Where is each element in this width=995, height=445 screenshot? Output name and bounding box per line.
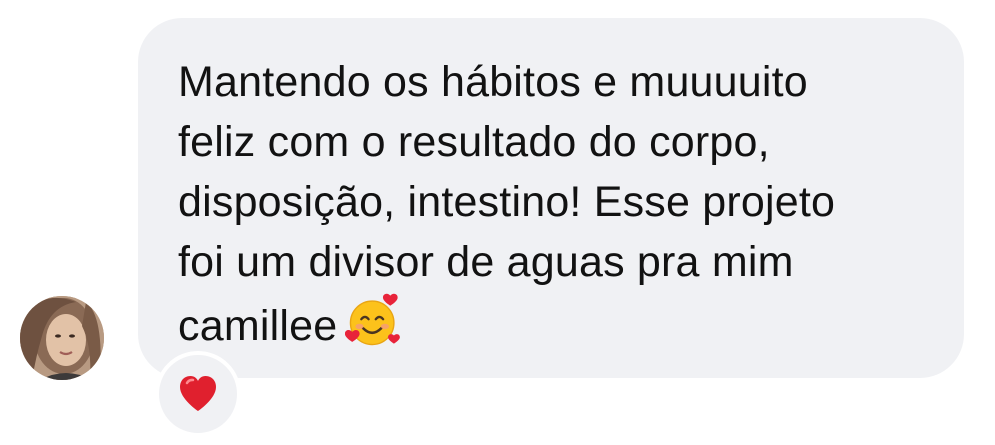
message-line: disposição, intestino! Esse projeto <box>178 178 836 226</box>
message-line: Mantendo os hábitos e muuuuito <box>178 58 808 106</box>
message-line: feliz com o resultado do corpo, <box>178 118 770 166</box>
message-line: foi um divisor de aguas pra mim <box>178 238 794 286</box>
red-heart-icon <box>180 376 216 411</box>
message-line-text: camillee <box>178 302 338 350</box>
message-line-last: camillee <box>178 292 924 356</box>
message-thread: Mantendo os hábitos e muuuuito feliz com… <box>0 0 995 445</box>
avatar-image <box>20 296 104 380</box>
reaction-badge[interactable] <box>155 351 241 437</box>
smiling-face-with-hearts-icon <box>345 293 401 346</box>
message-text: Mantendo os hábitos e muuuuito feliz com… <box>178 52 924 356</box>
avatar[interactable] <box>20 296 104 380</box>
message-bubble[interactable]: Mantendo os hábitos e muuuuito feliz com… <box>138 18 964 378</box>
